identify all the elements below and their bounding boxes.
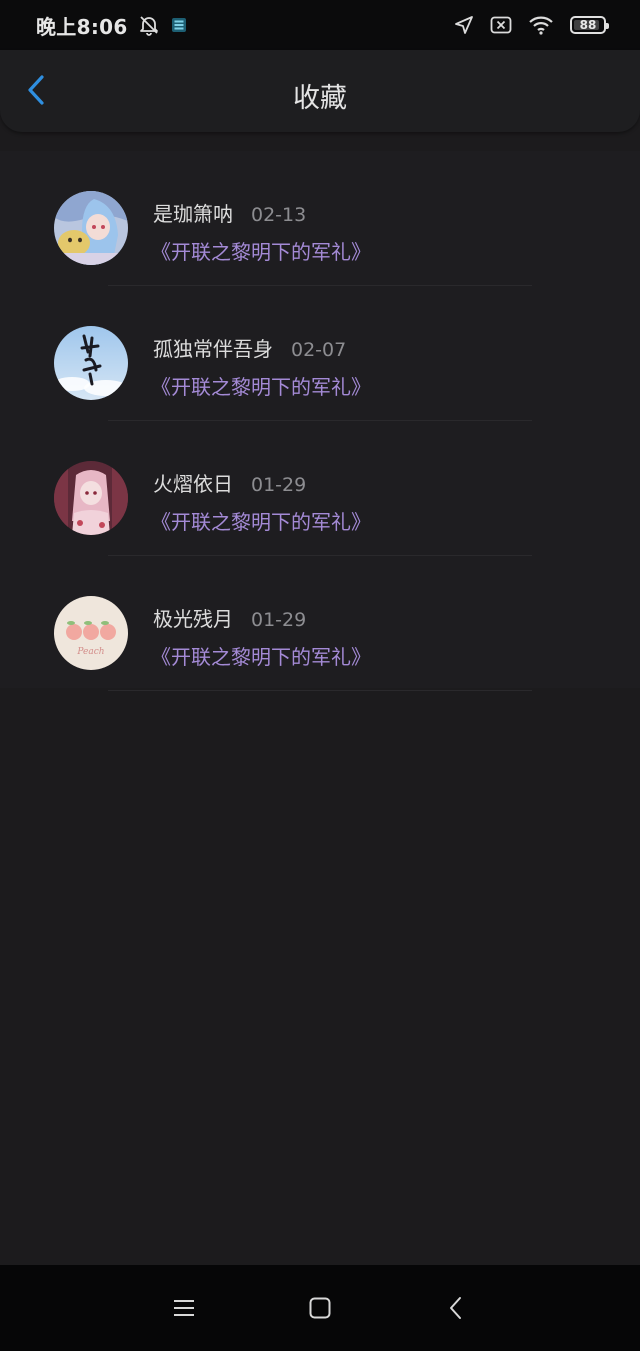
mute-bell-icon <box>138 14 160 36</box>
avatar[interactable] <box>54 461 128 535</box>
date: 02-07 <box>291 339 347 361</box>
avatar[interactable] <box>54 191 128 265</box>
avatar[interactable]: Peach <box>54 596 128 670</box>
app-notification-icon <box>170 16 188 34</box>
status-left: 晚上8:06 <box>36 11 188 40</box>
user-line: 是珈箫呐 02-13 <box>153 198 306 227</box>
status-bar: 晚上8:06 88 <box>0 0 640 50</box>
username[interactable]: 孤独常伴吾身 <box>153 333 273 362</box>
username[interactable]: 是珈箫呐 <box>153 198 233 227</box>
peach-avatar-image: Peach <box>54 596 128 670</box>
username[interactable]: 火熠依日 <box>153 468 233 497</box>
location-arrow-icon <box>454 15 474 35</box>
book-link[interactable]: 《开联之黎明下的军礼》 <box>151 371 371 400</box>
system-back-button[interactable] <box>438 1290 474 1326</box>
status-time: 晚上8:06 <box>36 14 128 39</box>
peach-avatar-text: Peach <box>76 647 104 657</box>
user-line: 火熠依日 01-29 <box>153 468 306 497</box>
avatar[interactable] <box>54 326 128 400</box>
date: 02-13 <box>251 204 307 226</box>
page-title: 收藏 <box>293 83 347 114</box>
user-line: 孤独常伴吾身 02-07 <box>153 333 346 362</box>
home-icon <box>309 1297 331 1319</box>
date: 01-29 <box>251 474 307 496</box>
date: 01-29 <box>251 609 307 631</box>
no-sim-icon <box>490 16 512 34</box>
book-link[interactable]: 《开联之黎明下的军礼》 <box>151 641 371 670</box>
menu-button[interactable] <box>166 1290 202 1326</box>
wifi-icon <box>528 15 554 35</box>
list-item[interactable]: Peach 极光残月 01-29 《开联之黎明下的军礼》 <box>0 556 640 691</box>
home-button[interactable] <box>302 1290 338 1326</box>
calligraphy-sky-avatar-image <box>54 326 128 400</box>
book-link[interactable]: 《开联之黎明下的军礼》 <box>151 236 371 265</box>
system-nav-bar <box>0 1265 640 1351</box>
username[interactable]: 极光残月 <box>153 603 233 632</box>
pink-anime-avatar-image <box>54 461 128 535</box>
menu-icon <box>174 1300 194 1316</box>
list-item[interactable]: 是珈箫呐 02-13 《开联之黎明下的军礼》 <box>0 151 640 286</box>
anime-girl-avatar-image <box>54 191 128 265</box>
user-line: 极光残月 01-29 <box>153 603 306 632</box>
app-header: 收藏 <box>0 50 640 132</box>
divider <box>108 690 532 691</box>
battery-level: 88 <box>579 18 597 32</box>
battery-icon: 88 <box>570 16 609 34</box>
book-link[interactable]: 《开联之黎明下的军礼》 <box>151 506 371 535</box>
list-item[interactable]: 孤独常伴吾身 02-07 《开联之黎明下的军礼》 <box>0 286 640 421</box>
list-item[interactable]: 火熠依日 01-29 《开联之黎明下的军礼》 <box>0 421 640 556</box>
back-icon <box>450 1297 461 1319</box>
status-right: 88 <box>454 15 609 35</box>
favorites-list: 是珈箫呐 02-13 《开联之黎明下的军礼》 孤独常伴吾身 02-07 《开联之… <box>0 151 640 691</box>
